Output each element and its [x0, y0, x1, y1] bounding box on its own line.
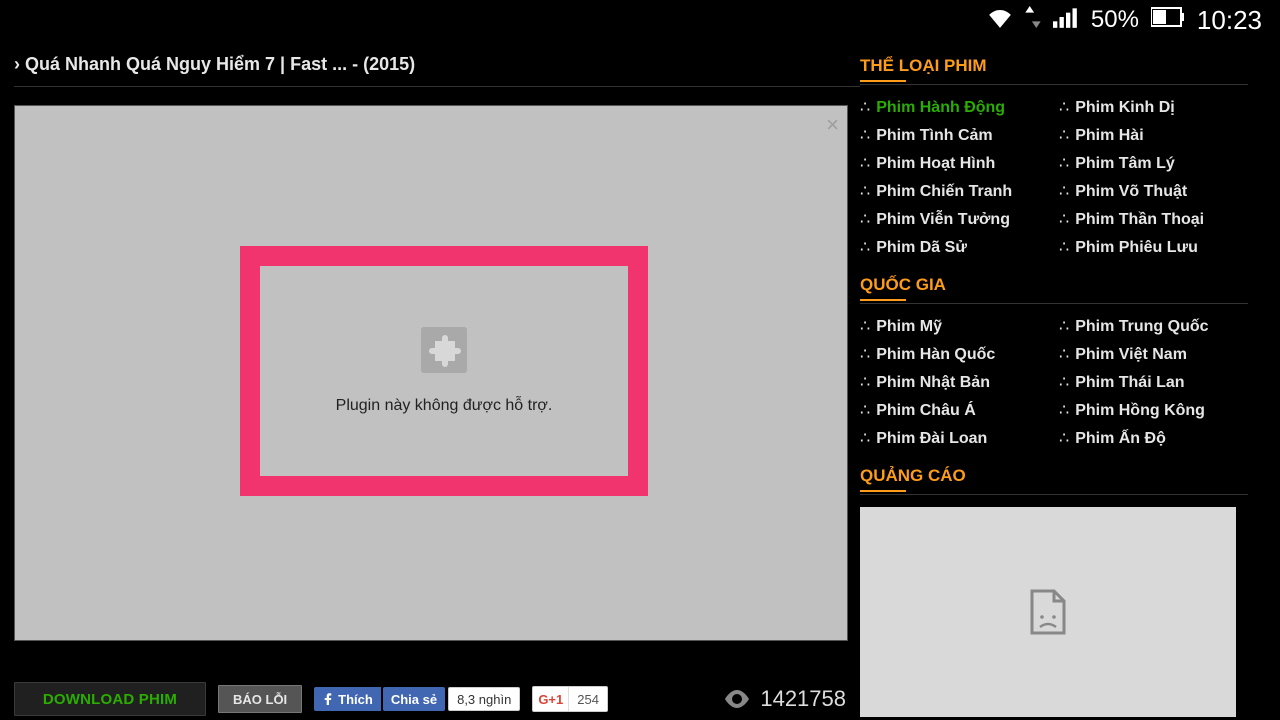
sidebar-item-genre[interactable]: ∴Phim Phiêu Lưu — [1059, 237, 1248, 257]
broken-image-icon — [1028, 589, 1068, 635]
action-bar: DOWNLOAD PHIM BÁO LỖI Thích Chia sẻ 8,3 … — [14, 682, 846, 716]
divider — [860, 303, 1248, 304]
sidebar-item-country[interactable]: ∴Phim Hồng Kông — [1059, 400, 1248, 420]
sidebar-item-country[interactable]: ∴Phim Mỹ — [860, 316, 1049, 336]
breadcrumb-caret: › — [14, 54, 20, 74]
sidebar-item-country[interactable]: ∴Phim Đài Loan — [860, 428, 1049, 448]
genres-heading: THỂ LOẠI PHIM — [860, 56, 1248, 76]
ads-heading: QUẢNG CÁO — [860, 466, 1248, 486]
heading-underline — [860, 299, 906, 301]
sidebar-item-genre[interactable]: ∴Phim Tâm Lý — [1059, 153, 1248, 173]
plugin-error-box: Plugin này không được hỗ trợ. — [240, 246, 648, 496]
facebook-like-count: 8,3 nghìn — [448, 687, 520, 711]
status-bar: 50% 10:23 — [0, 0, 1280, 40]
sidebar-item-country[interactable]: ∴Phim Trung Quốc — [1059, 316, 1248, 336]
divider — [860, 494, 1248, 495]
breadcrumb[interactable]: › Quá Nhanh Quá Nguy Hiểm 7 | Fast ... -… — [14, 54, 860, 76]
battery-icon — [1151, 6, 1185, 34]
sidebar-item-country[interactable]: ∴Phim Thái Lan — [1059, 372, 1248, 392]
facebook-like-button[interactable]: Thích — [314, 687, 381, 711]
sidebar-item-country[interactable]: ∴Phim Hàn Quốc — [860, 344, 1049, 364]
heading-underline — [860, 490, 906, 492]
download-button[interactable]: DOWNLOAD PHIM — [14, 682, 206, 716]
sidebar-item-genre[interactable]: ∴Phim Dã Sử — [860, 237, 1049, 257]
sidebar-item-genre[interactable]: ∴Phim Hài — [1059, 125, 1248, 145]
sidebar-item-genre[interactable]: ∴Phim Hoạt Hình — [860, 153, 1049, 173]
page-title: Quá Nhanh Quá Nguy Hiểm 7 | Fast ... - (… — [25, 54, 415, 74]
heading-underline — [860, 80, 906, 82]
wifi-icon — [987, 6, 1013, 35]
view-count: 1421758 — [724, 686, 846, 712]
puzzle-icon — [421, 327, 467, 373]
sidebar-item-genre[interactable]: ∴Phim Võ Thuật — [1059, 181, 1248, 201]
sidebar-item-genre[interactable]: ∴Phim Chiến Tranh — [860, 181, 1049, 201]
eye-icon — [724, 690, 750, 708]
google-plus-widget[interactable]: G+1 254 — [532, 686, 608, 712]
sidebar: THỂ LOẠI PHIM ∴Phim Hành Động ∴Phim Kinh … — [860, 40, 1266, 720]
facebook-share-button[interactable]: Chia sẻ — [383, 687, 445, 711]
divider — [860, 84, 1248, 85]
gplus-badge: G+1 — [533, 687, 569, 711]
gplus-count: 254 — [569, 692, 607, 707]
sidebar-item-country[interactable]: ∴Phim Ấn Độ — [1059, 428, 1248, 448]
sidebar-item-genre[interactable]: ∴Phim Kinh Dị — [1059, 97, 1248, 117]
sidebar-item-genre[interactable]: ∴Phim Hành Động — [860, 97, 1049, 117]
sidebar-item-genre[interactable]: ∴Phim Thần Thoại — [1059, 209, 1248, 229]
sidebar-item-genre[interactable]: ∴Phim Viễn Tưởng — [860, 209, 1049, 229]
sidebar-item-country[interactable]: ∴Phim Nhật Bản — [860, 372, 1049, 392]
content-column: › Quá Nhanh Quá Nguy Hiểm 7 | Fast ... -… — [0, 40, 860, 720]
signal-icon — [1053, 6, 1079, 35]
ad-placeholder — [860, 507, 1236, 717]
clock: 10:23 — [1197, 5, 1262, 36]
divider — [14, 86, 860, 87]
plugin-error-text: Plugin này không được hỗ trợ. — [336, 397, 553, 415]
report-error-button[interactable]: BÁO LỖI — [218, 685, 302, 713]
facebook-widget: Thích Chia sẻ 8,3 nghìn — [314, 687, 520, 711]
close-icon[interactable]: × — [826, 112, 839, 138]
facebook-icon — [322, 693, 334, 705]
genre-list: ∴Phim Hành Động ∴Phim Kinh Dị ∴Phim Tình C… — [860, 97, 1248, 257]
countries-heading: QUỐC GIA — [860, 275, 1248, 295]
country-list: ∴Phim Mỹ ∴Phim Trung Quốc ∴Phim Hàn Quốc ∴P… — [860, 316, 1248, 448]
video-player[interactable]: × Plugin này không được hỗ trợ. — [14, 105, 848, 641]
battery-percent: 50% — [1091, 6, 1139, 34]
data-up-down-icon — [1025, 6, 1041, 35]
sidebar-item-country[interactable]: ∴Phim Châu Á — [860, 400, 1049, 420]
sidebar-item-country[interactable]: ∴Phim Việt Nam — [1059, 344, 1248, 364]
sidebar-item-genre[interactable]: ∴Phim Tình Cảm — [860, 125, 1049, 145]
